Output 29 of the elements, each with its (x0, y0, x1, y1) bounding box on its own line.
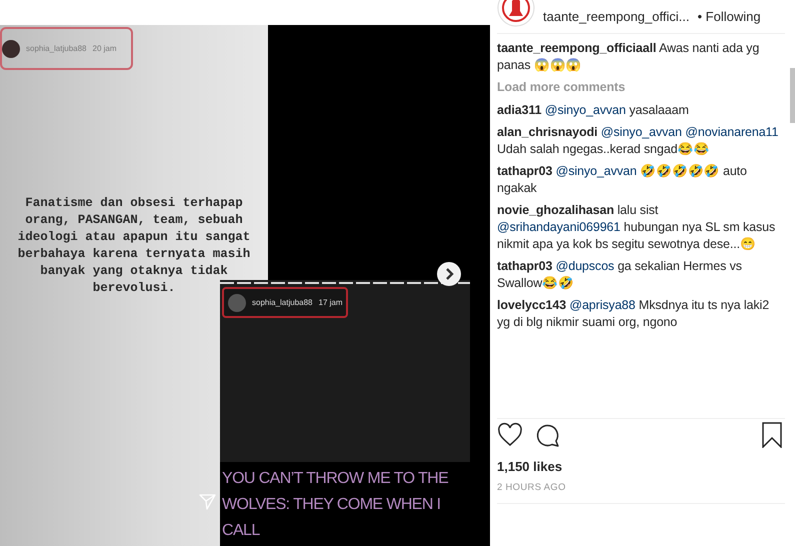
timestamp: 17 jam (318, 298, 343, 307)
story-caption: Fanatisme dan obsesi terhapap orang, PASANGAN, team, sebuah ideologi atau apapun itu sangat berbahaya karena ternyata masih banyak yang otaknya tidak berevolusi. (16, 195, 252, 297)
mention-link[interactable]: @dupscos (556, 259, 614, 273)
avatar (228, 294, 246, 312)
account-name[interactable]: taante_reempong_offici... (543, 9, 690, 24)
mention-link[interactable]: @sinyo_avvan (544, 103, 626, 117)
mention-link[interactable]: @srihandayani069961 (497, 220, 620, 234)
scrollbar[interactable] (790, 68, 795, 123)
username: sophia_latjuba88 (26, 44, 86, 53)
comment: lovelycc143 @aprisya88 Mksdnya itu ts nya laki2 yg di blg nikmir suami org, ngono (497, 297, 770, 330)
likes-count[interactable]: 1,150 likes (497, 459, 785, 474)
comment: tathapr03 @dupscos ga sekalian Hermes vs Swallow😂🤣 (497, 258, 743, 292)
comment: novie_ghozalihasan lalu sist @srihandayani069961 hubungan nya SL sm kasus nikmit apa ya kok bs segitu sewotnya dese...😁 (497, 202, 776, 253)
comment: adia311 @sinyo_avvan yasalaaam (497, 102, 690, 119)
quote-text: YOU CAN’T THROW ME TO THE WOLVES: THEY COME WHEN I CALL (222, 469, 450, 541)
comment-icon[interactable] (535, 422, 561, 448)
mention-link[interactable]: @novianarena11 (685, 125, 778, 139)
post-caption: taante_reempong_officiaall Awas nanti ada yg panas 😱😱😱 (497, 40, 760, 74)
comment: tathapr03 @sinyo_avvan 🤣🤣🤣🤣🤣 auto ngakak (497, 163, 748, 197)
follow-status[interactable]: • Following (697, 9, 761, 24)
mention-link[interactable]: @sinyo_avvan (600, 125, 682, 139)
comment: alan_chrisnayodi @sinyo_avvan @novianarena11 Udah salah ngegas..kerad sngad😂😂 (497, 124, 780, 158)
timestamp: 20 jam (92, 44, 117, 53)
mention-link[interactable]: @aprisya88 (569, 298, 636, 312)
mention-link[interactable]: @sinyo_avvan (556, 164, 637, 178)
avatar (2, 40, 20, 58)
post-time: 2 HOURS AGO (497, 482, 567, 493)
heart-icon[interactable] (497, 422, 523, 448)
username: sophia_latjuba88 (252, 298, 312, 307)
